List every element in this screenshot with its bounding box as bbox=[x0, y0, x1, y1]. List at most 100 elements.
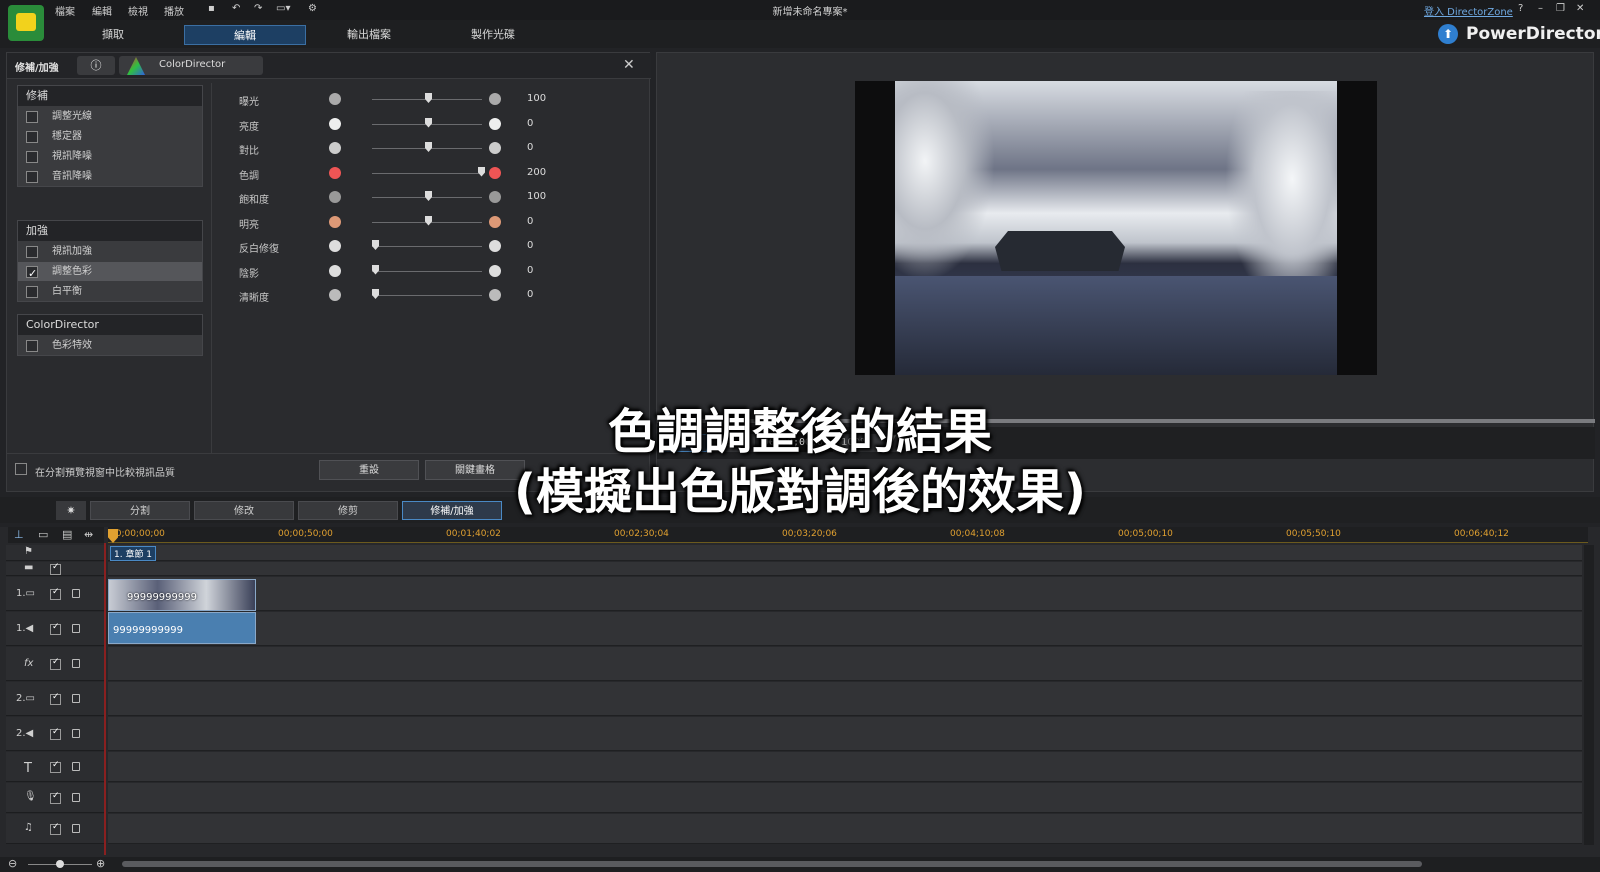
menu-play[interactable]: 播放 bbox=[164, 3, 184, 18]
tab-disc[interactable]: 製作光碟 bbox=[432, 25, 554, 45]
checkbox[interactable] bbox=[26, 286, 38, 298]
adjust-slider-thumb[interactable] bbox=[478, 166, 485, 177]
fix-audio-denoise-item[interactable]: 音訊降噪 bbox=[18, 166, 202, 186]
track-enable-checkbox[interactable] bbox=[50, 587, 61, 600]
track-enable-checkbox[interactable] bbox=[50, 622, 61, 635]
adjust-slider-thumb[interactable] bbox=[425, 117, 432, 128]
fit-icon[interactable]: ⇹ bbox=[84, 528, 93, 541]
fx-track[interactable] bbox=[108, 647, 1582, 681]
lock-icon[interactable] bbox=[72, 624, 80, 633]
menu-file[interactable]: 檔案 bbox=[55, 3, 75, 18]
video-enhance-item[interactable]: 視訊加強 bbox=[18, 241, 202, 261]
fix-lighting-item[interactable]: 調整光線 bbox=[18, 106, 202, 126]
checkbox[interactable] bbox=[26, 151, 38, 163]
zoom-slider-thumb[interactable] bbox=[56, 860, 64, 868]
chapter-marker[interactable]: 1. 章節 1 bbox=[110, 546, 157, 561]
zoom-in-icon[interactable]: ⊕ bbox=[96, 857, 105, 870]
track-enable-checkbox[interactable] bbox=[50, 791, 61, 804]
settings-icon[interactable]: ⚙ bbox=[308, 3, 317, 14]
checkbox[interactable] bbox=[26, 111, 38, 123]
login-link[interactable]: 登入 DirectorZone bbox=[1424, 3, 1513, 18]
lock-icon[interactable] bbox=[72, 589, 80, 598]
insert-icon[interactable]: ▤ bbox=[62, 528, 72, 541]
adjust-value: 100 bbox=[527, 93, 547, 104]
adjust-min-icon bbox=[329, 264, 341, 277]
voice-track[interactable] bbox=[108, 783, 1582, 813]
colordirector-tab[interactable]: ColorDirector bbox=[119, 56, 263, 75]
track-enable-checkbox[interactable] bbox=[50, 760, 61, 773]
adjust-slider-thumb[interactable] bbox=[425, 93, 432, 103]
checkbox[interactable] bbox=[26, 246, 38, 258]
track-enable-checkbox[interactable] bbox=[50, 562, 61, 575]
adjust-slider-thumb[interactable] bbox=[425, 215, 432, 226]
adjust-slider[interactable] bbox=[372, 246, 482, 247]
video-track-2[interactable] bbox=[108, 682, 1582, 716]
time-ruler[interactable]: 00;00;00;00 00;00;50;00 00;01;40;02 00;0… bbox=[108, 527, 1588, 543]
item-label: 白平衡 bbox=[52, 286, 82, 297]
color-effect-item[interactable]: 色彩特效 bbox=[18, 335, 202, 355]
tab-output[interactable]: 輸出檔案 bbox=[308, 25, 430, 45]
video-clip[interactable]: 99999999999 bbox=[108, 579, 256, 611]
title-track-header: T bbox=[6, 752, 104, 782]
checkbox-checked[interactable] bbox=[26, 264, 38, 284]
checkbox[interactable] bbox=[26, 131, 38, 143]
lock-icon[interactable] bbox=[72, 659, 80, 668]
audio-track-1[interactable]: 99999999999 bbox=[108, 612, 1582, 646]
checkbox[interactable] bbox=[26, 171, 38, 183]
white-balance-item[interactable]: 白平衡 bbox=[18, 281, 202, 301]
adjust-slider[interactable] bbox=[372, 295, 482, 296]
vertical-scrollbar[interactable] bbox=[1584, 545, 1594, 845]
adjust-label: 對比 bbox=[239, 146, 259, 157]
adjust-label: 明亮 bbox=[239, 219, 259, 231]
close-window-icon[interactable]: ✕ bbox=[1576, 3, 1584, 14]
subtitle-track[interactable] bbox=[108, 562, 1582, 576]
app-logo-icon bbox=[8, 5, 44, 41]
track-enable-checkbox[interactable] bbox=[50, 727, 61, 740]
track-enable-checkbox[interactable] bbox=[50, 822, 61, 835]
info-icon[interactable]: ⓘ bbox=[77, 56, 115, 75]
tab-capture[interactable]: 擷取 bbox=[52, 25, 174, 45]
fix-stabilizer-item[interactable]: 穩定器 bbox=[18, 126, 202, 146]
adjust-slider-thumb[interactable] bbox=[425, 191, 432, 201]
checkbox[interactable] bbox=[26, 340, 38, 352]
adjust-slider-thumb[interactable] bbox=[372, 289, 379, 299]
tab-edit[interactable]: 編輯 bbox=[184, 25, 306, 45]
lock-icon[interactable] bbox=[72, 762, 80, 771]
upgrade-icon[interactable]: ⬆ bbox=[1438, 24, 1458, 44]
adjust-slider[interactable] bbox=[372, 172, 482, 174]
video-track-1[interactable]: 99999999999 bbox=[108, 577, 1582, 611]
save-icon[interactable]: ▪ bbox=[208, 3, 215, 14]
adjust-slider-thumb[interactable] bbox=[425, 142, 432, 152]
help-button[interactable]: ? bbox=[1518, 3, 1523, 14]
colordirector-group: ColorDirector 色彩特效 bbox=[17, 314, 203, 356]
timeline-view-icon[interactable]: ⊥ bbox=[14, 528, 24, 541]
chapter-track[interactable]: 1. 章節 1 bbox=[108, 545, 1582, 561]
track-enable-checkbox[interactable] bbox=[50, 657, 61, 670]
undo-icon[interactable]: ↶ bbox=[232, 3, 240, 14]
horizontal-scrollbar[interactable] bbox=[122, 861, 1422, 867]
adjust-slider-thumb[interactable] bbox=[372, 264, 379, 275]
minimize-icon[interactable]: – bbox=[1538, 3, 1543, 14]
lock-icon[interactable] bbox=[72, 824, 80, 833]
lock-icon[interactable] bbox=[72, 694, 80, 703]
fix-video-denoise-item[interactable]: 視訊降噪 bbox=[18, 146, 202, 166]
menu-edit[interactable]: 編輯 bbox=[92, 3, 112, 18]
restore-icon[interactable]: ❐ bbox=[1556, 3, 1565, 14]
audio-track-2[interactable] bbox=[108, 717, 1582, 751]
close-panel-icon[interactable]: ✕ bbox=[623, 57, 635, 73]
adjust-value: 100 bbox=[527, 191, 547, 202]
audio-clip[interactable]: 99999999999 bbox=[108, 612, 256, 644]
adjust-slider-thumb[interactable] bbox=[372, 240, 379, 250]
aspect-ratio-icon[interactable]: ▭▾ bbox=[276, 3, 290, 14]
track-enable-checkbox[interactable] bbox=[50, 692, 61, 705]
storyboard-view-icon[interactable]: ▭ bbox=[38, 528, 48, 541]
zoom-out-icon[interactable]: ⊖ bbox=[8, 857, 17, 870]
color-adjust-item[interactable]: 調整色彩 bbox=[18, 261, 202, 284]
lock-icon[interactable] bbox=[72, 729, 80, 738]
title-track[interactable] bbox=[108, 752, 1582, 782]
adjust-slider[interactable] bbox=[372, 270, 482, 272]
menu-view[interactable]: 檢視 bbox=[128, 3, 148, 18]
lock-icon[interactable] bbox=[72, 793, 80, 802]
music-track[interactable] bbox=[108, 814, 1582, 844]
redo-icon[interactable]: ↷ bbox=[254, 3, 262, 14]
